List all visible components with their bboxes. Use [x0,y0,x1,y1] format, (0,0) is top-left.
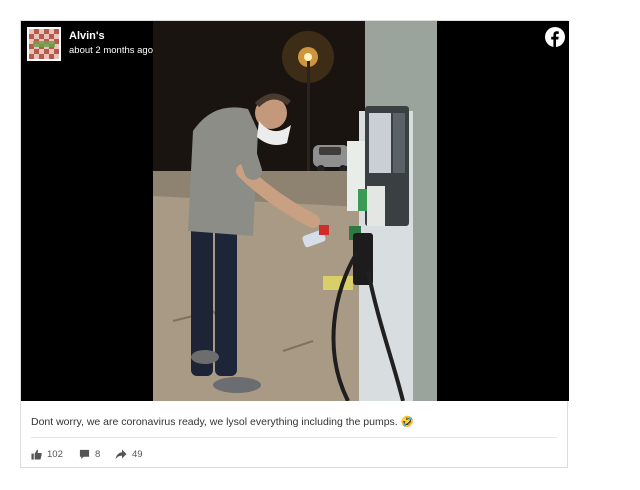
facebook-icon[interactable] [545,27,565,47]
share-arrow-icon [115,449,127,460]
post-photo[interactable] [153,21,437,401]
page-avatar[interactable] [27,27,61,61]
likes-stat[interactable]: 102 [31,446,63,462]
post-timestamp[interactable]: about 2 months ago [69,45,153,56]
page-name[interactable]: Alvin's [69,30,105,42]
likes-count: 102 [47,448,63,460]
facebook-post-card: Alvin's about 2 months ago Dont worry, w… [20,20,569,468]
post-caption: Dont worry, we are coronavirus ready, we… [31,416,414,428]
shares-stat[interactable]: 49 [115,446,143,462]
comments-stat[interactable]: 8 [79,446,100,462]
comments-count: 8 [95,448,101,460]
shares-count: 49 [132,448,143,460]
thumbs-up-icon [31,449,42,460]
divider [31,437,557,438]
post-media[interactable]: Alvin's about 2 months ago [21,21,569,401]
comment-icon [79,449,90,460]
